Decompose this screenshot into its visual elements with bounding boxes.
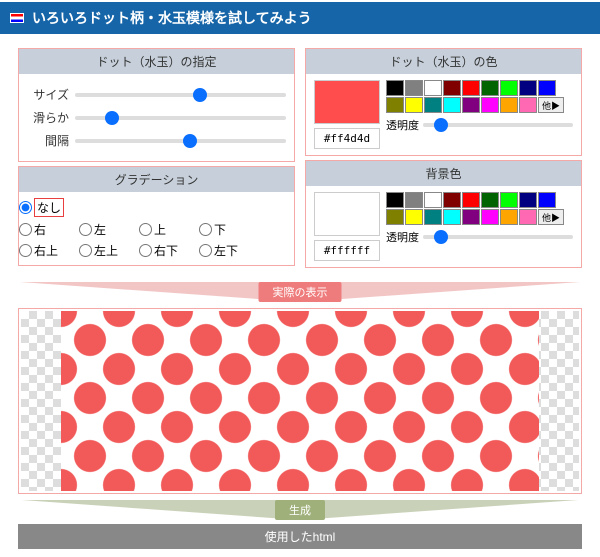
gradient-option-label: 上 — [154, 221, 166, 238]
gradient-option-label: 右上 — [34, 242, 58, 259]
palette-more-button[interactable]: 他▶ — [538, 209, 564, 225]
page-title-bar: いろいろドット柄・水玉模様を試してみよう — [0, 2, 600, 34]
bg-color-header: 背景色 — [306, 161, 581, 186]
palette-cell[interactable] — [443, 97, 461, 113]
palette-cell[interactable] — [519, 209, 537, 225]
gradient-option-4[interactable]: 下 — [199, 221, 255, 238]
dot-color-panel: ドット（水玉）の色 #ff4d4d 他▶ 透明度 — [305, 48, 582, 156]
palette-cell[interactable] — [500, 80, 518, 96]
gradient-option-label: 左上 — [94, 242, 118, 259]
palette-cell[interactable] — [519, 192, 537, 208]
size-slider[interactable] — [75, 93, 286, 97]
palette-cell[interactable] — [462, 97, 480, 113]
gradient-option-0[interactable]: なし — [19, 198, 75, 217]
palette-cell[interactable] — [386, 209, 404, 225]
palette-cell[interactable] — [424, 192, 442, 208]
palette-more-button[interactable]: 他▶ — [538, 97, 564, 113]
generate-divider: 生成 — [18, 500, 582, 522]
dot-spec-panel: ドット（水玉）の指定 サイズ 滑らか 間隔 — [18, 48, 295, 162]
bg-color-hex: #ffffff — [314, 240, 380, 261]
palette-cell[interactable] — [405, 209, 423, 225]
palette-cell[interactable] — [500, 192, 518, 208]
gradient-radios: なし右左上下右上左上右下左下 — [19, 192, 294, 265]
palette-cell[interactable] — [481, 192, 499, 208]
gradient-option-6[interactable]: 左上 — [79, 242, 135, 259]
gradient-option-label: 右 — [34, 221, 46, 238]
preview-dots — [61, 311, 539, 491]
gradient-option-label: 下 — [214, 221, 226, 238]
dot-opacity-slider[interactable] — [423, 123, 573, 127]
gradient-option-1[interactable]: 右 — [19, 221, 75, 238]
palette-cell[interactable] — [462, 209, 480, 225]
smooth-slider[interactable] — [75, 116, 286, 120]
used-html-header: 使用したhtml — [18, 524, 582, 549]
gradient-panel: グラデーション なし右左上下右上左上右下左下 — [18, 166, 295, 266]
palette-cell[interactable] — [386, 80, 404, 96]
bg-opacity-slider[interactable] — [423, 235, 573, 239]
gap-slider[interactable] — [75, 139, 286, 143]
palette-cell[interactable] — [424, 80, 442, 96]
palette-cell[interactable] — [424, 209, 442, 225]
preview-frame — [18, 308, 582, 494]
palette-cell[interactable] — [443, 80, 461, 96]
dot-color-palette: 他▶ — [386, 80, 573, 113]
palette-cell[interactable] — [481, 80, 499, 96]
gradient-option-label: 右下 — [154, 242, 178, 259]
palette-cell[interactable] — [462, 80, 480, 96]
right-column: ドット（水玉）の色 #ff4d4d 他▶ 透明度 背景色 — [305, 48, 582, 272]
left-column: ドット（水玉）の指定 サイズ 滑らか 間隔 グラデーション なし右左上下右上左上… — [18, 48, 295, 272]
palette-cell[interactable] — [481, 97, 499, 113]
gradient-option-7[interactable]: 右下 — [139, 242, 195, 259]
preview-checker — [21, 311, 579, 491]
palette-cell[interactable] — [481, 209, 499, 225]
controls-row: ドット（水玉）の指定 サイズ 滑らか 間隔 グラデーション なし右左上下右上左上… — [0, 48, 600, 272]
palette-cell[interactable] — [405, 192, 423, 208]
dot-color-header: ドット（水玉）の色 — [306, 49, 581, 74]
gradient-header: グラデーション — [19, 167, 294, 192]
flag-icon — [10, 13, 24, 23]
palette-cell[interactable] — [424, 97, 442, 113]
palette-cell[interactable] — [538, 192, 556, 208]
gradient-option-label: 左下 — [214, 242, 238, 259]
palette-cell[interactable] — [500, 97, 518, 113]
palette-cell[interactable] — [405, 97, 423, 113]
palette-cell[interactable] — [538, 80, 556, 96]
palette-cell[interactable] — [519, 80, 537, 96]
dot-color-swatch — [314, 80, 380, 124]
bg-opacity-label: 透明度 — [386, 229, 419, 245]
gradient-option-2[interactable]: 左 — [79, 221, 135, 238]
page-title-text: いろいろドット柄・水玉模様を試してみよう — [32, 8, 312, 28]
gradient-option-8[interactable]: 左下 — [199, 242, 255, 259]
bg-color-swatch — [314, 192, 380, 236]
palette-cell[interactable] — [443, 192, 461, 208]
gradient-option-5[interactable]: 右上 — [19, 242, 75, 259]
palette-cell[interactable] — [386, 192, 404, 208]
gradient-option-3[interactable]: 上 — [139, 221, 195, 238]
palette-cell[interactable] — [405, 80, 423, 96]
preview-divider: 実際の表示 — [0, 282, 600, 304]
dot-color-hex: #ff4d4d — [314, 128, 380, 149]
dot-opacity-label: 透明度 — [386, 117, 419, 133]
gradient-option-label: 左 — [94, 221, 106, 238]
gradient-option-label: なし — [34, 198, 64, 217]
palette-cell[interactable] — [519, 97, 537, 113]
smooth-label: 滑らか — [27, 109, 69, 126]
preview-divider-label: 実際の表示 — [259, 282, 342, 302]
dot-spec-header: ドット（水玉）の指定 — [19, 49, 294, 74]
palette-cell[interactable] — [462, 192, 480, 208]
palette-cell[interactable] — [386, 97, 404, 113]
bg-color-palette: 他▶ — [386, 192, 573, 225]
palette-cell[interactable] — [500, 209, 518, 225]
palette-cell[interactable] — [443, 209, 461, 225]
gap-label: 間隔 — [27, 132, 69, 149]
size-label: サイズ — [27, 86, 69, 103]
generate-divider-label: 生成 — [275, 500, 325, 520]
bg-color-panel: 背景色 #ffffff 他▶ 透明度 — [305, 160, 582, 268]
